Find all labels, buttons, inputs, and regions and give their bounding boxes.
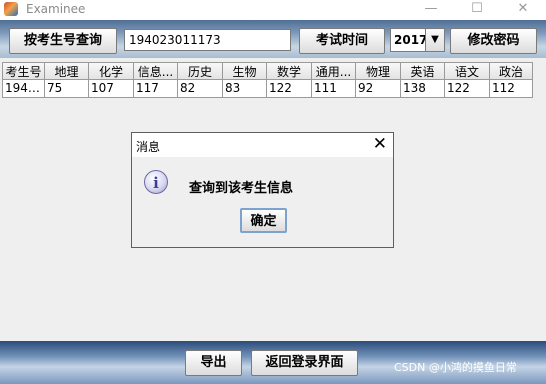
chevron-down-icon[interactable]: ▼ [425, 29, 444, 51]
table-cell[interactable]: 75 [45, 80, 89, 98]
table-cell[interactable]: 92 [356, 80, 401, 98]
query-by-id-button[interactable]: 按考生号查询 [9, 28, 117, 54]
dialog-title-bar: 消息 ✕ [132, 133, 393, 157]
column-header[interactable]: 数学 [267, 62, 312, 80]
back-to-login-button[interactable]: 返回登录界面 [251, 350, 358, 376]
column-header[interactable]: 通用... [312, 62, 356, 80]
window-title: Examinee [26, 2, 86, 16]
export-button[interactable]: 导出 [185, 350, 242, 376]
table-cell[interactable]: 138 [401, 80, 445, 98]
column-header[interactable]: 政治 [490, 62, 533, 80]
title-bar: Examinee — ☐ ✕ [0, 0, 546, 20]
information-icon: i [144, 170, 168, 194]
dialog-title: 消息 [136, 140, 161, 154]
column-header[interactable]: 地理 [45, 62, 89, 80]
table-cell[interactable]: 107 [89, 80, 134, 98]
ok-button[interactable]: 确定 [240, 208, 287, 233]
watermark: CSDN @小鸿的摸鱼日常 [394, 361, 517, 374]
student-id-input[interactable] [124, 29, 291, 51]
minimize-button[interactable]: — [408, 0, 454, 20]
table-cell[interactable]: 122 [445, 80, 490, 98]
column-header[interactable]: 语文 [445, 62, 490, 80]
dialog-message: 查询到该考生信息 [189, 181, 294, 196]
maximize-button[interactable]: ☐ [454, 0, 500, 20]
exam-time-button[interactable]: 考试时间 [299, 28, 385, 54]
column-header[interactable]: 英语 [401, 62, 445, 80]
year-select[interactable]: 2017 ▼ [390, 28, 445, 52]
close-button[interactable]: ✕ [500, 0, 546, 20]
table-cell[interactable]: 83 [223, 80, 267, 98]
column-header[interactable]: 信息... [134, 62, 178, 80]
examinee-window: Examinee — ☐ ✕ 按考生号查询 考试时间 2017 ▼ 修改密码 考… [0, 0, 546, 384]
close-icon[interactable]: ✕ [373, 134, 387, 154]
table-cell[interactable]: 1940... [2, 80, 45, 98]
column-header[interactable]: 生物 [223, 62, 267, 80]
score-table: 考生号 地理 化学 信息... 历史 生物 数学 通用... 物理 英语 语文 … [2, 62, 543, 98]
column-header[interactable]: 化学 [89, 62, 134, 80]
table-row[interactable]: 1940... 75 107 117 82 83 122 111 92 138 … [2, 80, 543, 98]
change-password-button[interactable]: 修改密码 [450, 28, 537, 54]
column-header[interactable]: 历史 [178, 62, 223, 80]
table-cell[interactable]: 117 [134, 80, 178, 98]
column-header[interactable]: 考生号 [2, 62, 45, 80]
table-header-row: 考生号 地理 化学 信息... 历史 生物 数学 通用... 物理 英语 语文 … [2, 62, 543, 80]
column-header[interactable]: 物理 [356, 62, 401, 80]
app-icon [4, 2, 18, 16]
table-cell[interactable]: 111 [312, 80, 356, 98]
table-cell[interactable]: 122 [267, 80, 312, 98]
table-cell[interactable]: 112 [490, 80, 533, 98]
year-value: 2017 [394, 33, 428, 47]
table-cell[interactable]: 82 [178, 80, 223, 98]
message-dialog: 消息 ✕ i 查询到该考生信息 确定 [131, 132, 394, 248]
